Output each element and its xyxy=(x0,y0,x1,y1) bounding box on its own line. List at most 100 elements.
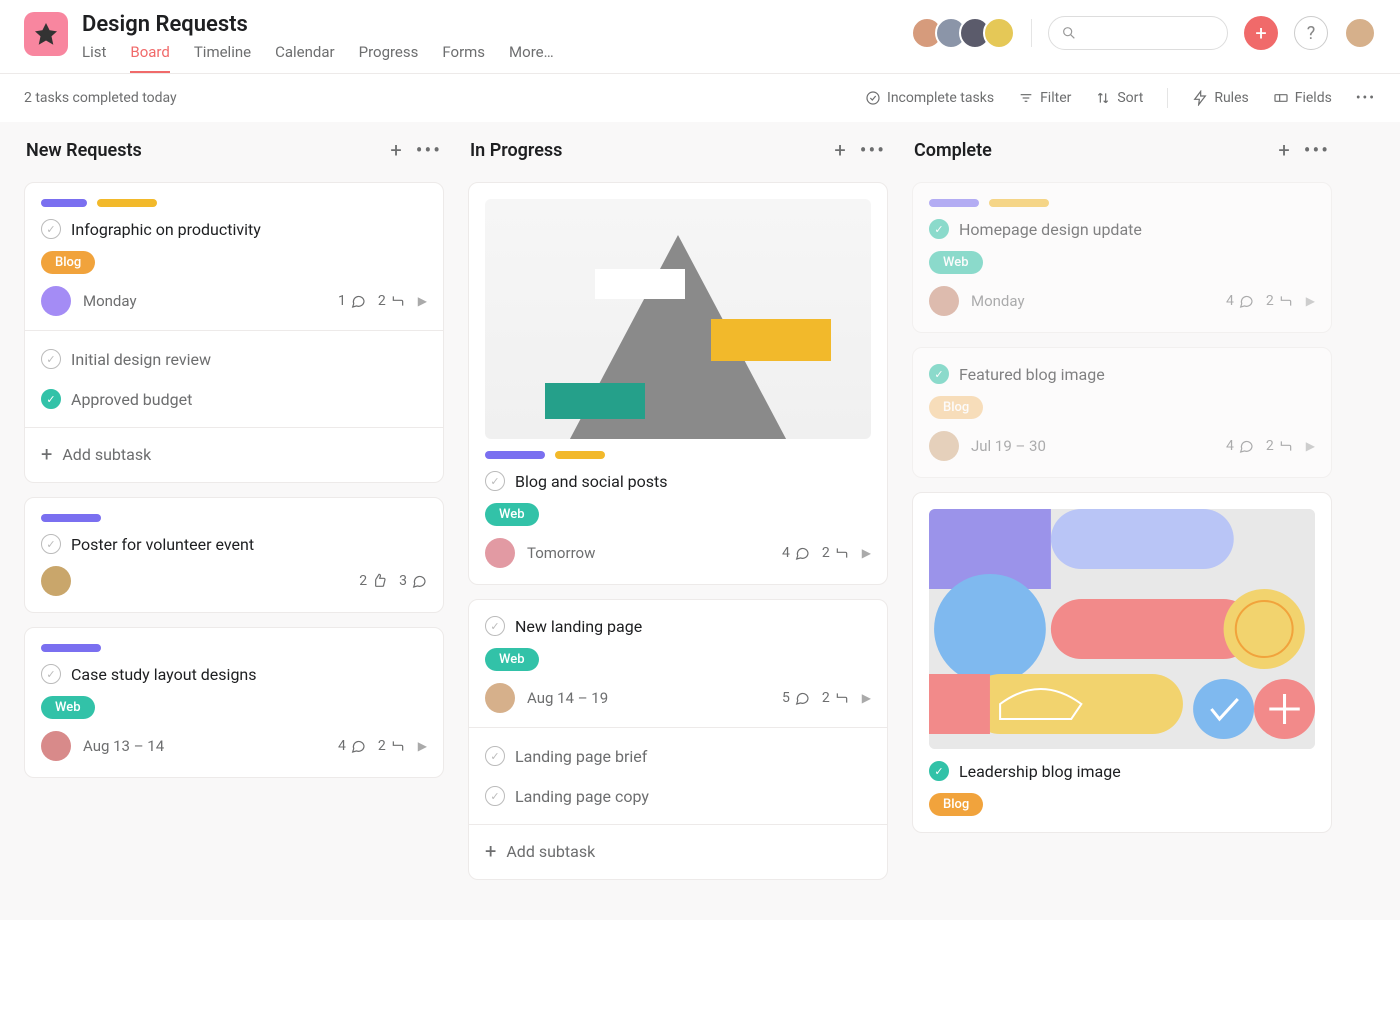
comments-count[interactable]: 5 xyxy=(782,690,810,706)
task-card[interactable]: ✓ Infographic on productivity Blog Monda… xyxy=(24,182,444,483)
task-card[interactable]: ✓ New landing page Web Aug 14 – 19 5 2 ▶… xyxy=(468,599,888,880)
help-button[interactable]: ? xyxy=(1294,16,1328,50)
add-card-button[interactable]: + xyxy=(390,138,401,162)
add-card-button[interactable]: + xyxy=(834,138,845,162)
pills xyxy=(929,199,1315,207)
subtasks-count[interactable]: 2 xyxy=(822,690,850,706)
task-card[interactable]: ✓ Blog and social posts Web Tomorrow 4 2… xyxy=(468,182,888,585)
fields-icon xyxy=(1273,90,1289,106)
tag-web[interactable]: Web xyxy=(41,696,95,719)
filter-button[interactable]: Filter xyxy=(1018,90,1071,106)
column-more-button[interactable]: ••• xyxy=(860,138,886,162)
rules-button[interactable]: Rules xyxy=(1192,90,1248,106)
complete-toggle[interactable]: ✓ xyxy=(41,389,61,409)
task-title-row: ✓ Infographic on productivity xyxy=(41,219,427,239)
tag-blog[interactable]: Blog xyxy=(929,793,983,816)
task-card[interactable]: ✓ Leadership blog image Blog xyxy=(912,492,1332,833)
fields-button[interactable]: Fields xyxy=(1273,90,1332,106)
divider xyxy=(469,727,887,728)
comments-count[interactable]: 4 xyxy=(1226,293,1254,309)
assignee-avatar[interactable] xyxy=(929,286,959,316)
meta-row: Jul 19 – 30 4 2 ▶ xyxy=(929,431,1315,461)
project-icon[interactable] xyxy=(24,12,68,56)
add-subtask-button[interactable]: + Add subtask xyxy=(41,442,427,466)
tag-web[interactable]: Web xyxy=(485,503,539,526)
tab-progress[interactable]: Progress xyxy=(359,43,419,73)
status-text: 2 tasks completed today xyxy=(24,90,177,106)
subtask-row[interactable]: ✓ Approved budget xyxy=(41,385,427,413)
column-more-button[interactable]: ••• xyxy=(1304,138,1330,162)
tab-list[interactable]: List xyxy=(82,43,106,73)
tab-timeline[interactable]: Timeline xyxy=(194,43,251,73)
comments-count[interactable]: 3 xyxy=(399,573,427,589)
complete-toggle[interactable]: ✓ xyxy=(41,349,61,369)
complete-toggle[interactable]: ✓ xyxy=(485,616,505,636)
likes-count[interactable]: 2 xyxy=(359,573,387,589)
tab-more[interactable]: More… xyxy=(509,43,554,73)
subtasks-count[interactable]: 2 xyxy=(378,738,406,754)
pill xyxy=(929,199,979,207)
assignee-avatar[interactable] xyxy=(41,731,71,761)
add-subtask-button[interactable]: + Add subtask xyxy=(485,839,871,863)
complete-toggle[interactable]: ✓ xyxy=(929,364,949,384)
complete-toggle[interactable]: ✓ xyxy=(485,786,505,806)
column-more-button[interactable]: ••• xyxy=(416,138,442,162)
complete-toggle[interactable]: ✓ xyxy=(929,219,949,239)
task-card[interactable]: ✓ Poster for volunteer event 2 3 xyxy=(24,497,444,613)
subtasks-count[interactable]: 2 xyxy=(1266,293,1294,309)
tag-blog[interactable]: Blog xyxy=(929,396,983,419)
tab-forms[interactable]: Forms xyxy=(442,43,485,73)
comments-count[interactable]: 4 xyxy=(1226,438,1254,454)
assignee-avatar[interactable] xyxy=(485,683,515,713)
complete-toggle[interactable]: ✓ xyxy=(41,534,61,554)
complete-toggle[interactable]: ✓ xyxy=(41,219,61,239)
incomplete-tasks-filter[interactable]: Incomplete tasks xyxy=(865,90,994,106)
complete-toggle[interactable]: ✓ xyxy=(41,664,61,684)
subtasks-count[interactable]: 2 xyxy=(378,293,406,309)
complete-toggle[interactable]: ✓ xyxy=(485,746,505,766)
pill xyxy=(41,644,101,652)
task-title-row: ✓ Case study layout designs xyxy=(41,664,427,684)
subtasks-count[interactable]: 2 xyxy=(1266,438,1294,454)
user-avatar[interactable] xyxy=(1344,17,1376,49)
add-card-button[interactable]: + xyxy=(1278,138,1289,162)
add-button[interactable]: + xyxy=(1244,16,1278,50)
divider xyxy=(1031,19,1032,47)
assignee-avatar[interactable] xyxy=(41,286,71,316)
assignee-avatar[interactable] xyxy=(929,431,959,461)
due-date: Monday xyxy=(83,292,137,310)
tag-blog[interactable]: Blog xyxy=(41,251,95,274)
assignee-avatar[interactable] xyxy=(485,538,515,568)
more-button[interactable]: ••• xyxy=(1356,90,1376,106)
task-card[interactable]: ✓ Case study layout designs Web Aug 13 –… xyxy=(24,627,444,778)
subtasks-count[interactable]: 2 xyxy=(822,545,850,561)
column-title: In Progress xyxy=(470,140,834,161)
subtask-row[interactable]: ✓ Landing page brief xyxy=(485,742,871,770)
team-avatars[interactable] xyxy=(919,17,1015,49)
tag-web[interactable]: Web xyxy=(929,251,983,274)
pill xyxy=(485,451,545,459)
subtask-row[interactable]: ✓ Initial design review xyxy=(41,345,427,373)
tab-calendar[interactable]: Calendar xyxy=(275,43,335,73)
subtask-row[interactable]: ✓ Landing page copy xyxy=(485,782,871,810)
task-card[interactable]: ✓ Featured blog image Blog Jul 19 – 30 4… xyxy=(912,347,1332,478)
tab-board[interactable]: Board xyxy=(130,43,169,73)
comments-count[interactable]: 4 xyxy=(338,738,366,754)
divider xyxy=(25,427,443,428)
cover-image xyxy=(929,509,1315,749)
comments-count[interactable]: 1 xyxy=(338,293,366,309)
search-input[interactable] xyxy=(1048,16,1228,50)
pill xyxy=(555,451,605,459)
due-date: Monday xyxy=(971,292,1025,310)
assignee-avatar[interactable] xyxy=(41,566,71,596)
header: Design Requests List Board Timeline Cale… xyxy=(0,0,1400,74)
complete-toggle[interactable]: ✓ xyxy=(929,761,949,781)
comments-count[interactable]: 4 xyxy=(782,545,810,561)
avatar[interactable] xyxy=(983,17,1015,49)
sort-button[interactable]: Sort xyxy=(1095,90,1143,106)
tag-web[interactable]: Web xyxy=(485,648,539,671)
counters: 4 2 ▶ xyxy=(1226,438,1315,454)
complete-toggle[interactable]: ✓ xyxy=(485,471,505,491)
column-actions: + ••• xyxy=(1278,138,1330,162)
task-card[interactable]: ✓ Homepage design update Web Monday 4 2 … xyxy=(912,182,1332,333)
